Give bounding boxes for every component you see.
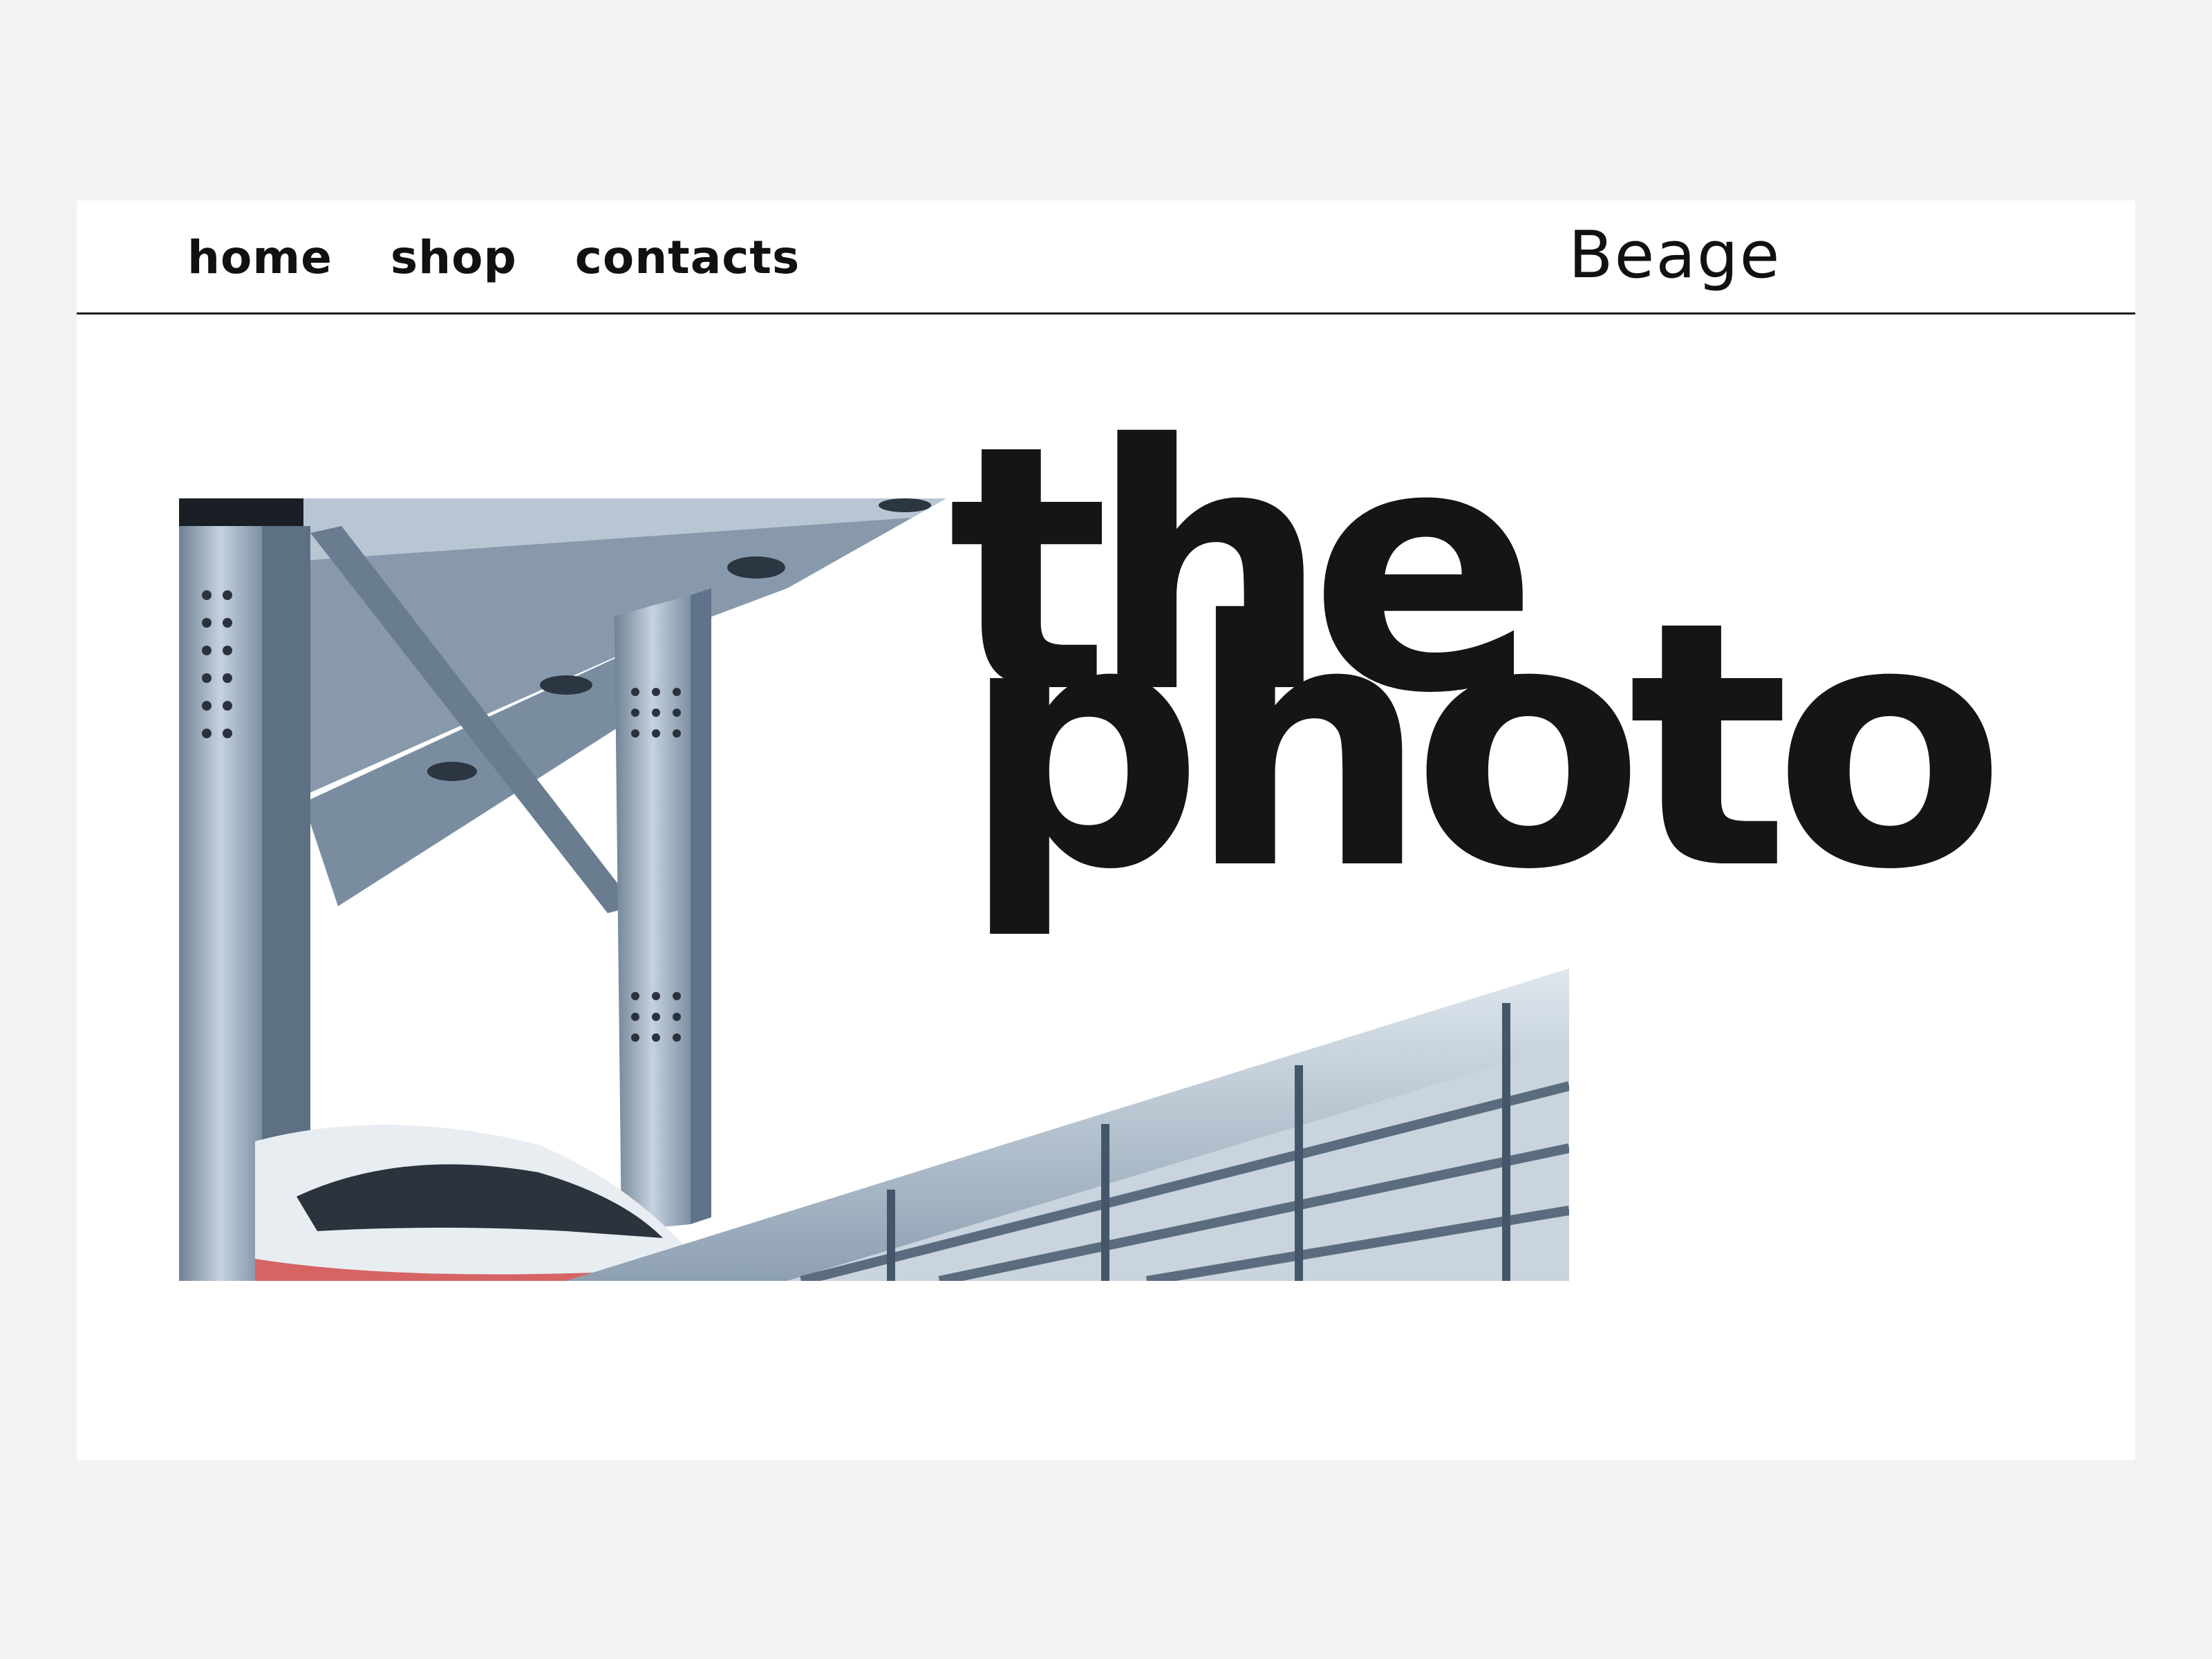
nav-link-home[interactable]: home [187, 231, 332, 284]
nav-link-shop[interactable]: shop [391, 231, 517, 284]
nav-link-contacts[interactable]: contacts [575, 231, 800, 284]
nav-links: home shop contacts [187, 221, 800, 294]
hero-title-line-2: photo [962, 549, 2006, 944]
page-card: home shop contacts Beage the photo [77, 200, 2135, 1460]
top-navigation: home shop contacts Beage [77, 200, 2135, 315]
brand-logo[interactable]: Beage [1568, 214, 1781, 297]
